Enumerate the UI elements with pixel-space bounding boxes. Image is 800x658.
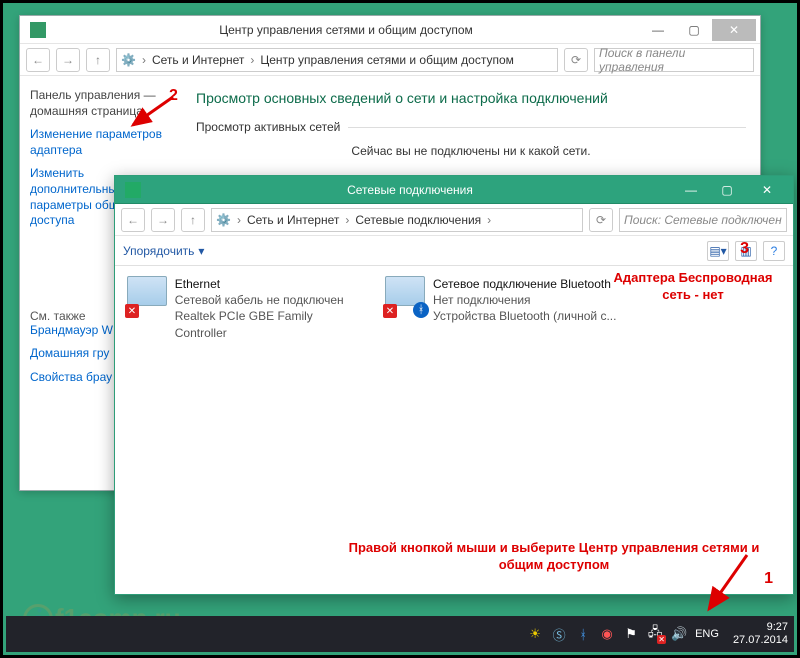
tray-bluetooth-icon[interactable]: ᚼ bbox=[575, 626, 591, 642]
control-panel-icon: ⚙️ bbox=[216, 213, 231, 227]
tray-skype-icon[interactable]: Ⓢ bbox=[551, 626, 567, 642]
search-input[interactable]: Поиск в панели управления bbox=[594, 48, 754, 72]
search-input[interactable]: Поиск: Сетевые подключен bbox=[619, 208, 787, 232]
window-icon bbox=[125, 182, 141, 198]
breadcrumb-seg[interactable]: Центр управления сетями и общим доступом bbox=[260, 53, 514, 67]
error-badge-icon: ✕ bbox=[125, 304, 139, 318]
refresh-button[interactable]: ⟳ bbox=[589, 208, 613, 232]
control-panel-home-link[interactable]: Панель управления — домашняя страница bbox=[30, 88, 172, 119]
adapter-device: Устройства Bluetooth (личной с... bbox=[433, 308, 616, 324]
breadcrumb-seg[interactable]: Сетевые подключения bbox=[355, 213, 481, 227]
window-title: Сетевые подключения bbox=[147, 183, 673, 197]
adapter-list: ✕ Ethernet Сетевой кабель не подключен R… bbox=[115, 266, 793, 594]
up-button[interactable]: ↑ bbox=[86, 48, 110, 72]
back-button[interactable]: ← bbox=[121, 208, 145, 232]
bluetooth-icon: ᚼ bbox=[413, 302, 429, 318]
forward-button[interactable]: → bbox=[151, 208, 175, 232]
breadcrumb[interactable]: ⚙️ › Сеть и Интернет › Центр управления … bbox=[116, 48, 558, 72]
help-button[interactable]: ? bbox=[763, 241, 785, 261]
adapter-ethernet[interactable]: ✕ Ethernet Сетевой кабель не подключен R… bbox=[127, 276, 367, 341]
maximize-button[interactable]: ▢ bbox=[676, 19, 712, 41]
chevron-right-icon: › bbox=[233, 213, 245, 227]
address-bar: ← → ↑ ⚙️ › Сеть и Интернет › Центр управ… bbox=[20, 44, 760, 76]
page-heading: Просмотр основных сведений о сети и наст… bbox=[196, 90, 746, 106]
chevron-right-icon: › bbox=[483, 213, 495, 227]
taskbar[interactable]: ☀ Ⓢ ᚼ ◉ ⚑ 🖧✕ 🔊 ENG 9:27 27.07.2014 bbox=[6, 616, 794, 652]
close-button[interactable]: ✕ bbox=[745, 179, 789, 201]
window-title: Центр управления сетями и общим доступом bbox=[52, 23, 640, 37]
tray-time: 9:27 bbox=[733, 621, 788, 634]
minimize-button[interactable]: — bbox=[640, 19, 676, 41]
close-button[interactable]: ✕ bbox=[712, 19, 756, 41]
maximize-button[interactable]: ▢ bbox=[709, 179, 745, 201]
search-placeholder: Поиск: Сетевые подключен bbox=[624, 213, 782, 227]
search-placeholder: Поиск в панели управления bbox=[599, 46, 749, 74]
annotation-number-1: 1 bbox=[764, 570, 773, 588]
tray-volume-icon[interactable]: 🔊 bbox=[671, 626, 687, 642]
network-connections-window: Сетевые подключения — ▢ ✕ ← → ↑ ⚙️ › Сет… bbox=[114, 175, 794, 595]
chevron-right-icon: › bbox=[246, 53, 258, 67]
tray-date: 27.07.2014 bbox=[733, 634, 788, 647]
refresh-button[interactable]: ⟳ bbox=[564, 48, 588, 72]
back-button[interactable]: ← bbox=[26, 48, 50, 72]
breadcrumb[interactable]: ⚙️ › Сеть и Интернет › Сетевые подключен… bbox=[211, 208, 583, 232]
forward-button[interactable]: → bbox=[56, 48, 80, 72]
ethernet-icon bbox=[127, 276, 167, 306]
active-networks-label: Просмотр активных сетей bbox=[196, 120, 340, 134]
adapter-bluetooth[interactable]: ✕ ᚼ Сетевое подключение Bluetooth Нет по… bbox=[385, 276, 625, 341]
tray-action-center-icon[interactable]: ⚑ bbox=[623, 626, 639, 642]
tray-security-icon[interactable]: ◉ bbox=[599, 626, 615, 642]
minimize-button[interactable]: — bbox=[673, 179, 709, 201]
window-icon bbox=[30, 22, 46, 38]
adapter-status: Сетевой кабель не подключен bbox=[175, 292, 367, 308]
change-adapter-settings-link[interactable]: Изменение параметров адаптера bbox=[30, 127, 172, 158]
error-badge-icon: ✕ bbox=[383, 304, 397, 318]
titlebar[interactable]: Центр управления сетями и общим доступом… bbox=[20, 16, 760, 44]
chevron-down-icon: ▾ bbox=[198, 244, 204, 258]
address-bar: ← → ↑ ⚙️ › Сеть и Интернет › Сетевые под… bbox=[115, 204, 793, 236]
annotation-number-3: 3 bbox=[740, 240, 749, 258]
up-button[interactable]: ↑ bbox=[181, 208, 205, 232]
adapter-device: Realtek PCIe GBE Family Controller bbox=[175, 308, 367, 340]
organize-menu[interactable]: Упорядочить ▾ bbox=[123, 244, 204, 258]
tray-weather-icon[interactable]: ☀ bbox=[527, 626, 543, 642]
toolbar: Упорядочить ▾ ▤▾ ▥ ? bbox=[115, 236, 793, 266]
breadcrumb-seg[interactable]: Сеть и Интернет bbox=[247, 213, 339, 227]
tray-language[interactable]: ENG bbox=[695, 626, 719, 642]
adapter-status: Нет подключения bbox=[433, 292, 616, 308]
tray-network-icon[interactable]: 🖧✕ bbox=[647, 626, 663, 642]
annotation-no-wifi: Адаптера Беспроводная сеть - нет bbox=[603, 270, 783, 304]
annotation-number-2: 2 bbox=[169, 87, 178, 105]
view-options-button[interactable]: ▤▾ bbox=[707, 241, 729, 261]
breadcrumb-seg[interactable]: Сеть и Интернет bbox=[152, 53, 244, 67]
no-connection-message: Сейчас вы не подключены ни к какой сети. bbox=[196, 144, 746, 158]
control-panel-icon: ⚙️ bbox=[121, 53, 136, 67]
annotation-tray-tip: Правой кнопкой мыши и выберите Центр упр… bbox=[345, 540, 763, 574]
tray-clock[interactable]: 9:27 27.07.2014 bbox=[733, 621, 788, 646]
chevron-right-icon: › bbox=[138, 53, 150, 67]
adapter-name: Сетевое подключение Bluetooth bbox=[433, 276, 616, 292]
chevron-right-icon: › bbox=[341, 213, 353, 227]
titlebar[interactable]: Сетевые подключения — ▢ ✕ bbox=[115, 176, 793, 204]
adapter-name: Ethernet bbox=[175, 276, 367, 292]
